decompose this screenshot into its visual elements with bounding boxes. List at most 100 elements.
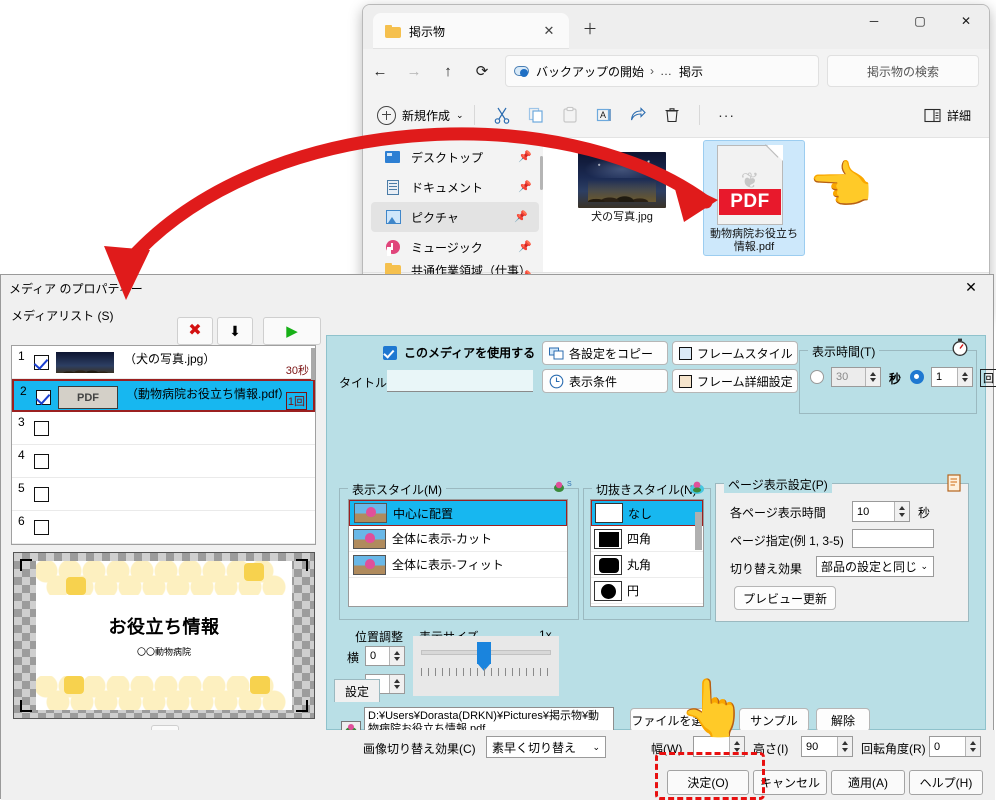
breadcrumb-root[interactable]: バックアップの開始	[536, 63, 644, 80]
crop-style-option[interactable]: 円	[591, 578, 703, 604]
forward-icon[interactable]: →	[397, 56, 431, 86]
image-transition-select[interactable]: 素早く切り替え ⌄	[486, 736, 606, 758]
crop-style-option[interactable]: 四角	[591, 526, 703, 552]
use-media-checkbox[interactable]	[383, 345, 397, 360]
slider-thumb[interactable]	[477, 642, 491, 664]
row-checkbox[interactable]	[34, 520, 49, 535]
crop-style-option[interactable]: 丸角	[591, 552, 703, 578]
dialog-bottom-bar: 画像切り替え効果(C) 素早く切り替え ⌄ 幅(W) 高さ(I) 90 回転角度…	[1, 730, 995, 800]
page-spec-input[interactable]	[852, 529, 934, 548]
copy-settings-label: 各設定をコピー	[569, 346, 654, 361]
preview-update-button[interactable]: プレビュー更新	[734, 586, 836, 610]
new-item-button[interactable]: 新規作成 ⌄	[377, 105, 464, 125]
media-list-scrollbar[interactable]	[311, 348, 315, 380]
search-input[interactable]: 掲示物の検索	[827, 55, 979, 87]
display-style-option[interactable]: 全体に表示-フィット	[349, 552, 567, 578]
crop-list-scrollbar[interactable]	[695, 512, 702, 550]
media-list-row[interactable]: 1 （犬の写真.jpg） 30秒	[12, 346, 315, 379]
paste-icon[interactable]	[553, 101, 587, 129]
display-style-list[interactable]: 中心に配置 全体に表示-カット 全体に表示-フィット	[348, 499, 568, 607]
cut-icon[interactable]	[485, 101, 519, 129]
crop-style-option-selected[interactable]: なし	[591, 500, 703, 526]
copy-settings-button[interactable]: 各設定をコピー	[542, 341, 668, 365]
close-window-button[interactable]: ✕	[943, 5, 989, 37]
share-icon[interactable]	[621, 101, 655, 129]
apply-button[interactable]: 適用(A)	[831, 770, 905, 795]
row-checkbox[interactable]	[34, 487, 49, 502]
media-list-row-selected[interactable]: 2 PDF （動物病院お役立ち情報.pdf） 1回	[12, 379, 315, 412]
count-spinner[interactable]: 1	[931, 367, 973, 387]
horizontal-spinner[interactable]: 0	[365, 646, 405, 666]
sidebar-item-label: ピクチャ	[411, 210, 459, 225]
height-value: 90	[806, 740, 819, 753]
explorer-tab[interactable]: 掲示物 ✕	[373, 13, 569, 49]
more-options-icon[interactable]: ···	[710, 101, 744, 129]
title-input[interactable]	[387, 370, 533, 392]
tab-settings[interactable]: 設定	[334, 679, 380, 702]
file-tile-image[interactable]: 犬の写真.jpg	[571, 144, 673, 224]
file-tile-pdf[interactable]: ❦ PDF 動物病院お役立ち 情報.pdf	[703, 131, 805, 256]
maximize-button[interactable]: ▢	[897, 5, 943, 37]
rename-icon[interactable]: A	[587, 101, 621, 129]
sidebar-item-desktop[interactable]: デスクトップ 📌	[363, 142, 543, 172]
release-button[interactable]: 解除	[816, 708, 870, 732]
new-tab-button[interactable]: ＋	[579, 19, 601, 41]
media-list-row[interactable]: 6	[12, 511, 315, 544]
breadcrumb[interactable]: バックアップの開始 › … 掲示	[505, 55, 819, 87]
position-label: 位置調整	[355, 630, 404, 644]
details-pane-button[interactable]: 詳細	[924, 107, 971, 124]
display-style-option[interactable]: 全体に表示-カット	[349, 526, 567, 552]
delete-media-button[interactable]: ✖	[177, 317, 213, 345]
frame-detail-icon	[679, 374, 692, 388]
pin-icon[interactable]: 📌	[514, 211, 528, 223]
frame-detail-button[interactable]: フレーム詳細設定	[672, 369, 798, 393]
media-list[interactable]: 1 （犬の写真.jpg） 30秒 2 PDF （動物病院お役立ち情報.pdf） …	[11, 345, 316, 545]
seconds-spinner[interactable]: 30	[831, 367, 881, 387]
breadcrumb-overflow-icon[interactable]: …	[660, 64, 673, 78]
pin-icon[interactable]: 📌	[518, 151, 532, 163]
seconds-radio[interactable]	[810, 370, 824, 384]
document-icon	[385, 179, 402, 195]
pin-icon[interactable]: 📌	[518, 241, 532, 253]
display-condition-button[interactable]: 表示条件	[542, 369, 668, 393]
row-checkbox[interactable]	[36, 390, 51, 405]
display-style-option-selected[interactable]: 中心に配置	[349, 500, 567, 526]
refresh-icon[interactable]: ⟳	[465, 56, 499, 86]
frame-style-button[interactable]: フレームスタイル	[672, 341, 798, 365]
media-list-row[interactable]: 3	[12, 412, 315, 445]
copy-icon[interactable]	[519, 101, 553, 129]
sidebar-item-pictures[interactable]: ピクチャ 📌	[371, 202, 539, 232]
use-media-row[interactable]: このメディアを使用する	[383, 344, 535, 361]
sample-button[interactable]: サンプル	[739, 708, 809, 732]
up-icon[interactable]: ↑	[431, 56, 465, 86]
pin-icon[interactable]: 📌	[518, 181, 532, 193]
each-page-time-spinner[interactable]: 10	[852, 501, 910, 522]
transition-select[interactable]: 部品の設定と同じ ⌄	[816, 556, 934, 577]
count-radio[interactable]	[910, 370, 924, 384]
close-tab-icon[interactable]: ✕	[541, 23, 557, 39]
move-down-button[interactable]: ⬇	[217, 317, 253, 345]
row-checkbox[interactable]	[34, 355, 49, 370]
dialog-close-button[interactable]: ✕	[949, 273, 993, 301]
minimize-button[interactable]: ─	[851, 5, 897, 37]
plus-circle-icon	[377, 105, 396, 125]
rotation-spinner[interactable]: 0	[929, 736, 981, 757]
media-settings-panel: このメディアを使用する タイトル 各設定をコピー 表示条件 フレームスタイル フ…	[326, 335, 996, 730]
file-explorer-window: 掲示物 ✕ ＋ ─ ▢ ✕ ← → ↑ ⟳ バックアップの開始 › … 掲示 掲…	[362, 4, 990, 318]
page-display-group: ページ表示設定(P) 各ページ表示時間 10 秒 ページ指定(例 1, 3-5)…	[715, 474, 969, 622]
preview-title: お役立ち情報	[108, 617, 220, 638]
frame-detail-label: フレーム詳細設定	[697, 374, 793, 389]
back-icon[interactable]: ←	[363, 56, 397, 86]
crop-style-list[interactable]: なし 四角 丸角 円	[590, 499, 704, 607]
help-button[interactable]: ヘルプ(H)	[909, 770, 983, 795]
breadcrumb-current[interactable]: 掲示	[679, 63, 703, 80]
delete-icon[interactable]	[655, 101, 689, 129]
play-button[interactable]: ▶	[263, 317, 321, 345]
media-list-row[interactable]: 4	[12, 445, 315, 478]
sidebar-item-music[interactable]: ミュージック 📌	[363, 232, 543, 262]
row-checkbox[interactable]	[34, 454, 49, 469]
row-checkbox[interactable]	[34, 421, 49, 436]
sidebar-item-documents[interactable]: ドキュメント 📌	[363, 172, 543, 202]
height-spinner[interactable]: 90	[801, 736, 853, 757]
media-list-row[interactable]: 5	[12, 478, 315, 511]
